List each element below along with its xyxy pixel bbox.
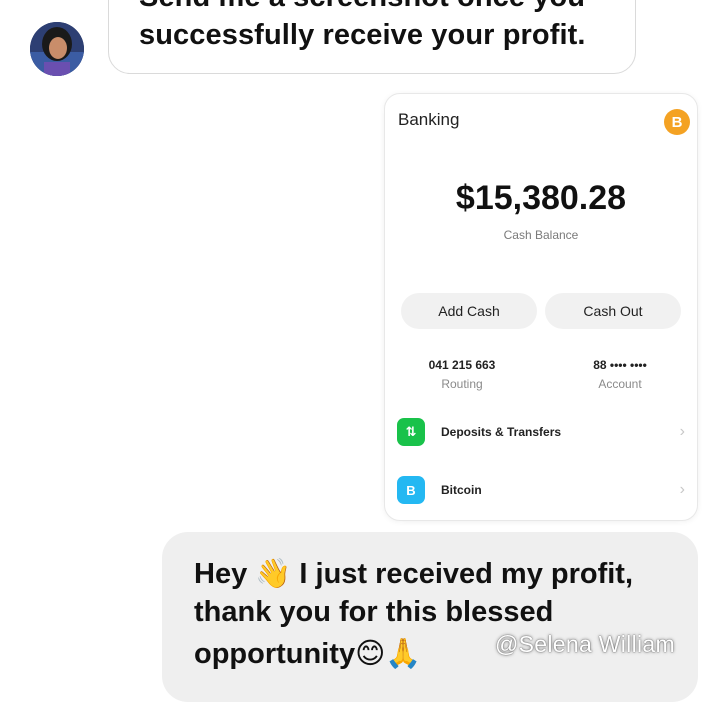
sent-message-bubble: Hey 👋 I just received my profit, thank y… — [162, 532, 698, 702]
add-cash-button: Add Cash — [401, 293, 537, 329]
received-message-bubble: Send me a screenshot once you successful… — [108, 0, 636, 74]
cash-out-button: Cash Out — [545, 293, 681, 329]
account-number: 88 •••• •••• — [593, 358, 647, 372]
routing-number: 041 215 663 — [428, 358, 496, 372]
routing-label: Routing — [441, 377, 483, 391]
watermark: @Selena William — [495, 631, 675, 657]
banking-title: Banking — [398, 110, 460, 129]
cash-balance-label: Cash Balance — [503, 228, 579, 242]
account-info: 88 •••• •••• Account — [573, 358, 667, 391]
message-text-line: successfully receive your profit. — [139, 19, 586, 51]
message-text-line: thank you for this blessed — [194, 596, 554, 628]
row-label: Deposits & Transfers — [441, 425, 562, 439]
account-label: Account — [598, 377, 642, 391]
banking-screenshot-card: Banking B $15,380.28 Cash Balance Add Ca… — [384, 93, 698, 521]
routing-info: 041 215 663 Routing — [415, 358, 509, 391]
cash-balance-amount: $15,380.28 — [455, 179, 627, 217]
row-label: Bitcoin — [441, 483, 482, 497]
message-text-line: opportunity😊🙏 — [194, 638, 422, 670]
message-text-line: Send me a screenshot once you — [139, 0, 585, 14]
bitcoin-row: B Bitcoin › — [397, 475, 685, 505]
deposits-transfers-row: ⇅ Deposits & Transfers › — [397, 417, 685, 447]
bitcoin-badge-icon: B — [664, 109, 690, 135]
chevron-right-icon: › — [679, 423, 685, 440]
arrows-icon: ⇅ — [397, 418, 425, 446]
avatar[interactable] — [30, 22, 84, 76]
chevron-right-icon: › — [679, 481, 685, 498]
bitcoin-icon: B — [397, 476, 425, 504]
message-text-line: Hey 👋 I just received my profit, — [194, 558, 634, 590]
